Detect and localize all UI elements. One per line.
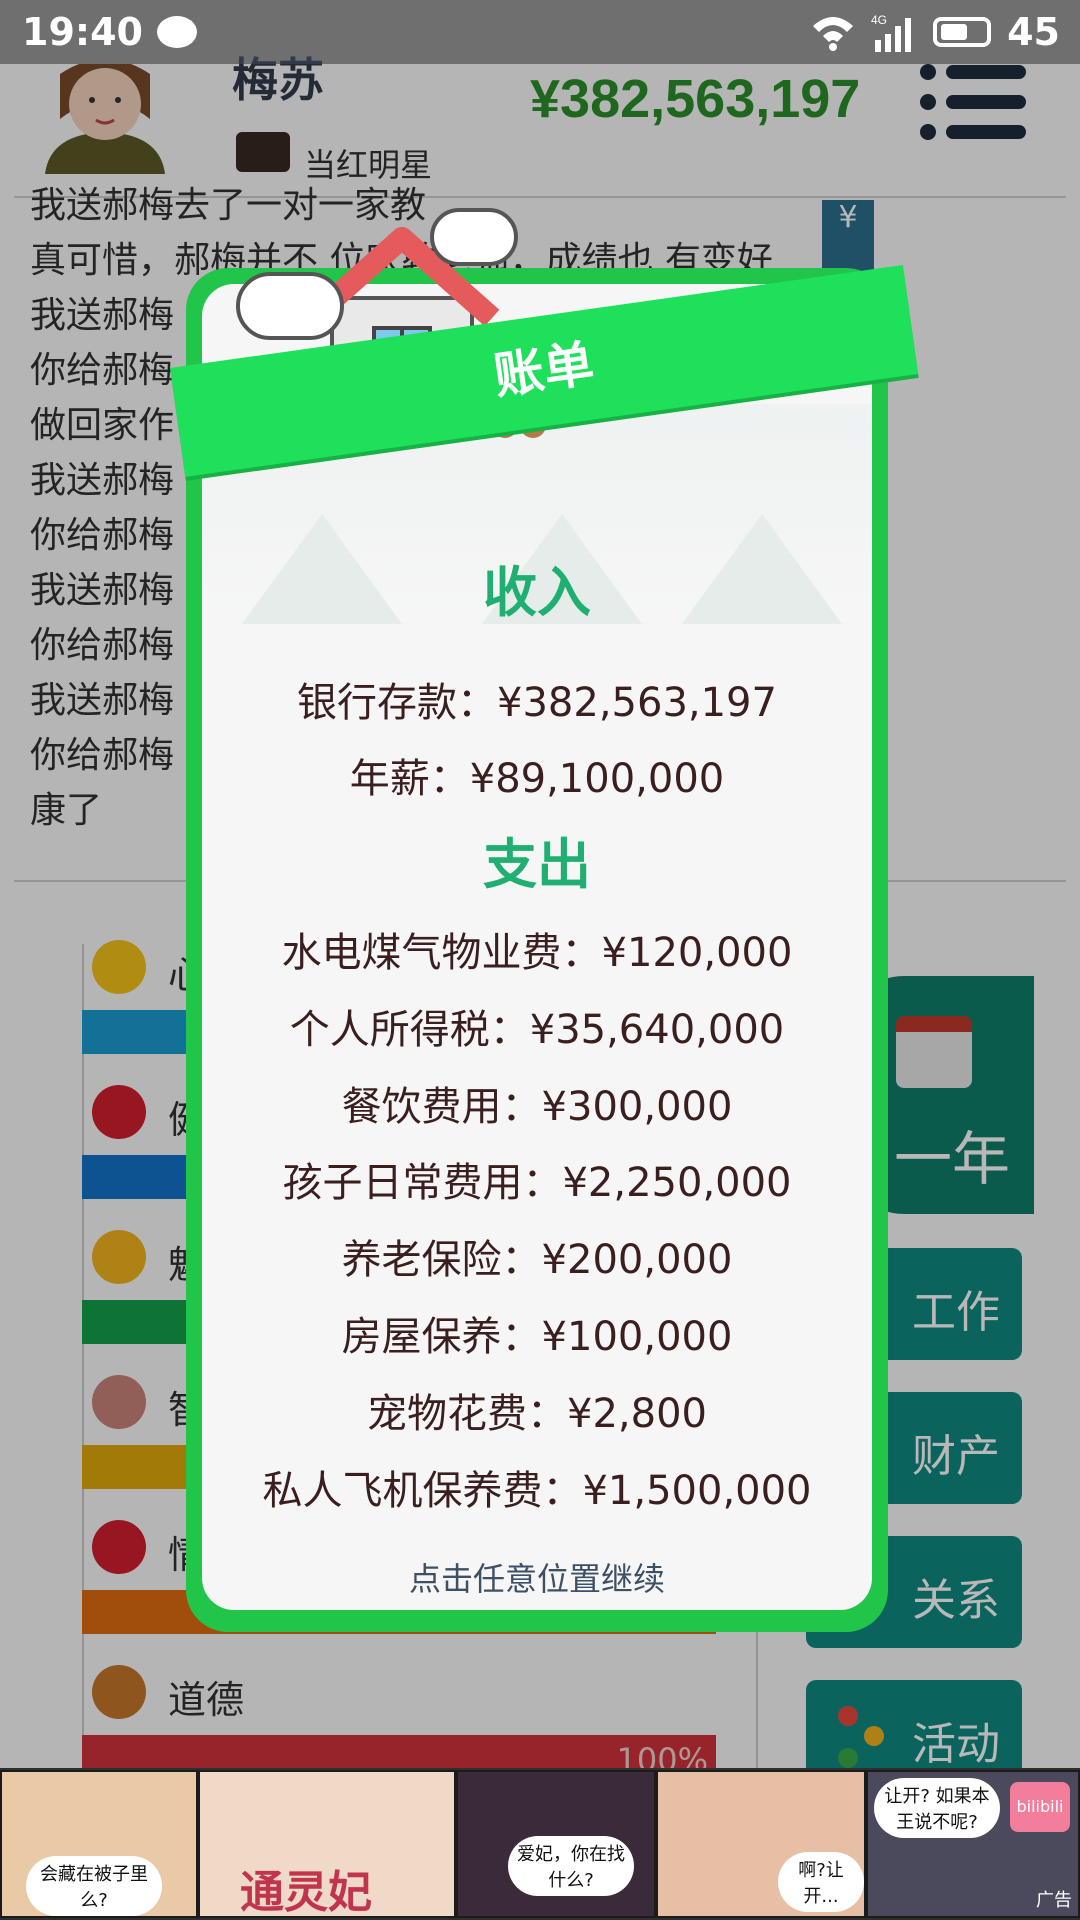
- expense-item: 个人所得税：¥35,640,000: [289, 1007, 785, 1053]
- bilibili-logo: bilibili: [1010, 1782, 1070, 1832]
- income-item: 银行存款：¥382,563,197: [297, 680, 777, 726]
- status-bar: 19:40 4G 45: [0, 0, 1080, 64]
- ad-bubble: 让开? 如果本王说不呢?: [874, 1778, 1000, 1838]
- expense-header: 支出: [483, 833, 591, 896]
- ad-panel: 通灵妃: [198, 1770, 456, 1918]
- expense-item: 孩子日常费用：¥2,250,000: [282, 1160, 792, 1206]
- income-item: 年薪：¥89,100,000: [349, 756, 725, 802]
- cloud-icon: [430, 208, 518, 266]
- status-time: 19:40: [22, 10, 143, 54]
- battery-level: 45: [1007, 10, 1060, 54]
- battery-icon: [933, 17, 992, 47]
- network-type: 4G: [871, 13, 887, 27]
- expense-item: 房屋保养：¥100,000: [341, 1314, 733, 1360]
- ad-panel: 会藏在被子里么?: [0, 1770, 198, 1918]
- ad-panel: 啊?让开...: [656, 1770, 866, 1918]
- signal-icon: 4G: [871, 13, 912, 52]
- expense-item: 宠物花费：¥2,800: [367, 1391, 707, 1437]
- ad-brand: 通灵妃: [240, 1867, 372, 1918]
- expense-item: 餐饮费用：¥300,000: [341, 1084, 733, 1130]
- tap-to-continue[interactable]: 点击任意位置继续: [202, 1554, 872, 1600]
- chat-notification-icon: [156, 16, 197, 48]
- cloud-icon: [236, 272, 344, 340]
- expense-item: 养老保险：¥200,000: [341, 1237, 733, 1283]
- ad-banner[interactable]: 会藏在被子里么? 通灵妃 爱妃，你在找什么? 啊?让开... 让开? 如果本王说…: [0, 1768, 1080, 1920]
- ad-label: 广告: [1036, 1890, 1072, 1911]
- expense-item: 私人飞机保养费：¥1,500,000: [262, 1468, 812, 1514]
- bill-dialog-body: 收入 银行存款：¥382,563,197 年薪：¥89,100,000 支出 水…: [202, 284, 872, 1610]
- ad-bubble: 会藏在被子里么?: [26, 1856, 162, 1916]
- expense-item: 水电煤气物业费：¥120,000: [281, 930, 793, 976]
- bill-dialog[interactable]: 收入 银行存款：¥382,563,197 年薪：¥89,100,000 支出 水…: [186, 268, 888, 1632]
- ad-panel: 让开? 如果本王说不呢? bilibili 广告: [866, 1770, 1080, 1918]
- wifi-icon: [813, 17, 854, 51]
- ad-bubble: 爱妃，你在找什么?: [508, 1836, 634, 1896]
- income-header: 收入: [483, 561, 591, 624]
- ad-panel: 爱妃，你在找什么?: [456, 1770, 656, 1918]
- ad-bubble: 啊?让开...: [778, 1852, 864, 1912]
